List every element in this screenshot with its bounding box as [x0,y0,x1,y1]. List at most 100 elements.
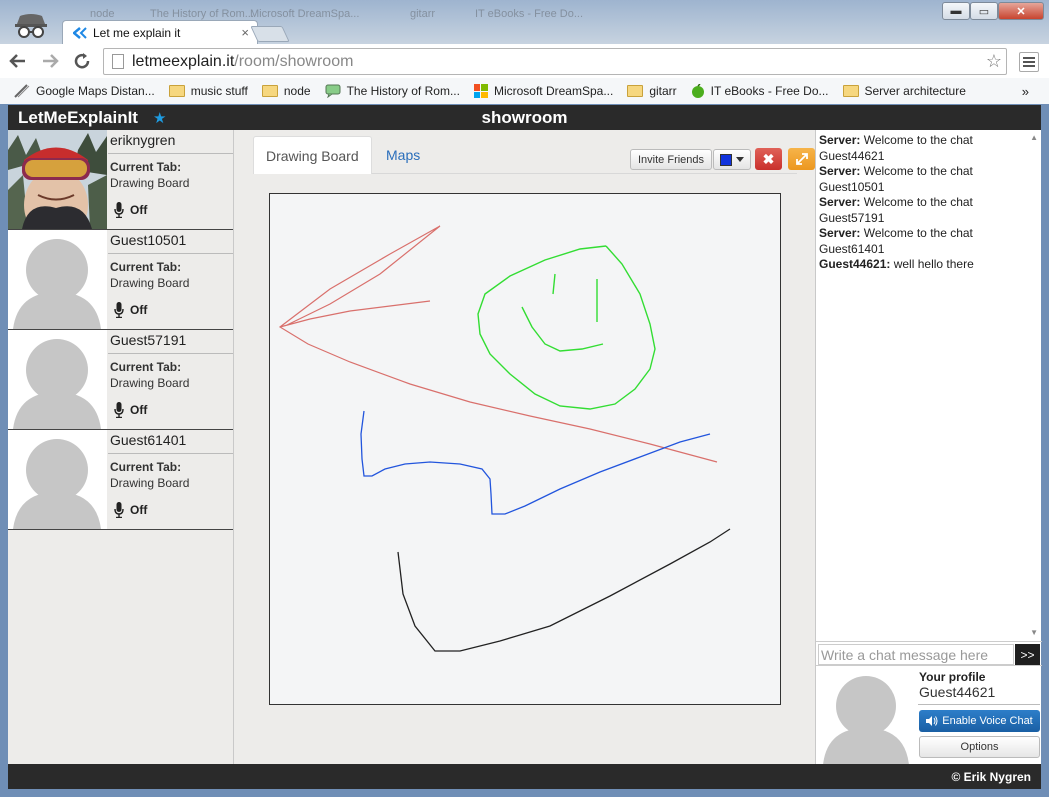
scroll-up-icon[interactable]: ▲ [1030,133,1038,142]
message-sender: Server: [819,164,861,178]
user-card: Guest61401 Current Tab: Drawing Board Of… [8,430,233,530]
caret-down-icon [736,156,744,162]
chat-panel: Server: Welcome to the chat Guest44621 S… [815,130,1042,765]
tab-strip: node The History of Rom... Microsoft Dre… [0,0,1049,44]
back-arrow-icon [9,54,25,68]
microphone-icon [114,402,124,418]
bookmark-microsoft-dreamspark[interactable]: Microsoft DreamSpa... [473,84,613,98]
bookmark-node[interactable]: node [261,84,311,98]
chat-messages: Server: Welcome to the chat Guest44621 S… [816,130,1042,639]
main-tabs: Drawing Board Maps Invite Friends ✖ [253,136,815,174]
background-tab[interactable]: Microsoft DreamSpa... [250,8,359,26]
chat-message: Guest44621: well hello there [819,257,1026,273]
tab-title: Let me explain it [93,25,181,40]
default-avatar-icon [13,239,101,329]
bookmark-label: node [283,84,311,98]
profile-name: Guest44621 [919,684,996,700]
current-tab-value: Drawing Board [110,276,190,290]
chat-message: Server: Welcome to the chat Guest61401 [819,226,1026,257]
user-card: Guest57191 Current Tab: Drawing Board Of… [8,330,233,430]
forward-button[interactable] [36,47,64,75]
folder-icon [842,85,859,97]
top-bar: LetMeExplainIt ★ showroom [8,105,1041,130]
tab-maps[interactable]: Maps [374,136,432,174]
clear-board-button[interactable]: ✖ [755,148,782,170]
bookmark-music-stuff[interactable]: music stuff [168,84,248,98]
chat-message: Server: Welcome to the chat Guest44621 [819,133,1026,164]
app: LetMeExplainIt ★ showroom eriknygren Cur… [8,105,1042,789]
microphone-icon [114,302,124,318]
tab-let-me-explain-it[interactable]: Let me explain it × [62,20,258,44]
room-title: showroom [481,108,568,127]
microphone-icon [114,502,124,518]
bookmark-server-architecture[interactable]: Server architecture [842,84,966,98]
chat-message-input[interactable] [818,644,1014,665]
pen-color-picker[interactable] [713,149,751,170]
bookmark-google-maps[interactable]: Google Maps Distan... [14,84,155,98]
background-tab[interactable]: gitarr [410,8,435,26]
maximize-button[interactable]: ▭ [970,2,998,20]
chat-input-row: >> [816,641,1042,665]
folder-icon [261,85,278,97]
bookmark-label: The History of Rom... [346,84,460,98]
browser-chrome: node The History of Rom... Microsoft Dre… [0,0,1049,104]
voice-chat-label: Enable Voice Chat [942,715,1033,727]
minimize-button[interactable]: ▬ [942,2,970,20]
users-list: eriknygren Current Tab: Drawing Board Of… [8,130,234,764]
footer: © Erik Nygren [8,764,1041,789]
avatar [8,230,107,329]
bookmark-label: Server architecture [864,84,966,98]
fullscreen-button[interactable] [788,148,815,170]
bookmark-gitarr[interactable]: gitarr [627,84,677,98]
new-tab-button[interactable] [250,26,290,42]
user-photo-icon [8,130,107,229]
forward-arrow-icon [43,54,59,68]
bookmark-label: music stuff [190,84,248,98]
mic-status: Off [114,202,147,218]
window-close-button[interactable]: ✕ [998,2,1044,20]
app-favicon-icon [73,26,87,39]
background-tab[interactable]: IT eBooks - Free Do... [475,8,583,26]
tab-drawing-board[interactable]: Drawing Board [253,136,372,174]
user-card: eriknygren Current Tab: Drawing Board Of… [8,130,233,230]
chat-scrollbar[interactable]: ▲ ▼ [1027,130,1041,639]
mic-status: Off [114,302,147,318]
send-message-button[interactable]: >> [1015,644,1040,665]
microphone-icon [114,202,124,218]
bookmark-it-ebooks[interactable]: IT eBooks - Free Do... [691,84,829,98]
reload-button[interactable] [68,47,96,75]
address-bar[interactable]: letmeexplain.it/room/showroom ☆ [103,48,1007,75]
current-tab-value: Drawing Board [110,176,190,190]
current-tab-label: Current Tab: [110,160,182,174]
scroll-down-icon[interactable]: ▼ [1030,628,1038,637]
chat-message: Server: Welcome to the chat Guest10501 [819,164,1026,195]
drawing-board-canvas[interactable] [269,193,781,705]
current-tab-label: Current Tab: [110,360,182,374]
url-domain: letmeexplain.it [132,52,235,70]
user-name: eriknygren [110,132,176,148]
message-sender: Server: [819,195,861,209]
mic-status-label: Off [130,403,148,417]
options-button[interactable]: Options [919,736,1040,758]
enable-voice-chat-button[interactable]: Enable Voice Chat [919,710,1040,732]
bookmark-history-of-rome[interactable]: The History of Rom... [325,84,460,98]
current-tab-value: Drawing Board [110,376,190,390]
apple-icon [691,84,704,98]
back-button[interactable] [4,47,32,75]
close-icon: ✖ [762,150,775,167]
more-bookmarks-button[interactable]: » [1022,84,1029,99]
expand-icon [795,153,808,165]
message-sender: Server: [819,226,861,240]
browser-menu-button[interactable] [1019,52,1039,72]
user-name: Guest57191 [110,332,187,348]
folder-icon [168,85,185,97]
mic-status-label: Off [130,303,148,317]
current-tab-label: Current Tab: [110,460,182,474]
mic-status-label: Off [130,203,148,217]
bookmark-star-icon[interactable]: ☆ [986,51,1002,72]
url-path: /room/showroom [234,52,354,70]
invite-friends-button[interactable]: Invite Friends [630,149,713,170]
profile-label: Your profile [919,670,986,684]
green-stroke [477,245,656,410]
bookmark-label: IT eBooks - Free Do... [710,84,829,98]
